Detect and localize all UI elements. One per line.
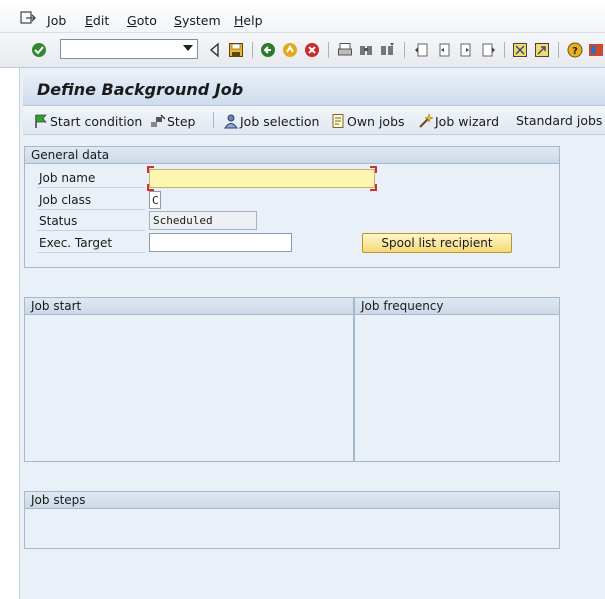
menu-bar: Job Edit Goto System Help	[0, 0, 605, 33]
next-page-icon[interactable]	[458, 42, 474, 58]
menu-goto-label: oto	[136, 13, 157, 28]
find-next-icon[interactable]	[379, 42, 395, 58]
menu-system-label: ystem	[181, 13, 221, 28]
job-name-label: Job name	[39, 171, 96, 185]
previous-page-icon[interactable]	[436, 42, 452, 58]
required-marker	[147, 184, 154, 191]
own-jobs-label: Own jobs	[347, 114, 405, 129]
menu-job-label: ob	[50, 13, 67, 28]
job-start-heading: Job start	[25, 298, 353, 315]
toolbar-separator	[558, 42, 559, 58]
enter-icon[interactable]	[31, 42, 47, 58]
job-name-input[interactable]	[149, 169, 375, 188]
toolbar-separator	[328, 42, 329, 58]
menu-job[interactable]: Job	[47, 13, 66, 28]
toolbar-separator	[504, 42, 505, 58]
job-selection-label: Job selection	[240, 114, 320, 129]
step-button[interactable]: Step	[150, 113, 195, 129]
document-icon	[332, 114, 344, 128]
required-marker	[370, 166, 377, 173]
menu-goto[interactable]: Goto	[127, 13, 157, 28]
job-steps-heading: Job steps	[25, 492, 559, 509]
standard-toolbar: ?	[0, 33, 605, 68]
job-steps-group: Job steps	[24, 491, 560, 549]
menu-exit-icon[interactable]	[20, 11, 36, 25]
label-underline	[37, 230, 145, 231]
spool-list-recipient-button[interactable]: Spool list recipient	[362, 233, 512, 253]
menu-edit[interactable]: Edit	[85, 13, 109, 28]
save-icon[interactable]	[228, 42, 244, 58]
status-label: Status	[39, 214, 78, 228]
label-underline	[37, 209, 145, 210]
job-frequency-group: Job frequency	[354, 297, 560, 462]
svg-text:?: ?	[572, 46, 578, 57]
find-icon[interactable]	[358, 42, 374, 58]
menu-edit-label: dit	[92, 13, 110, 28]
required-marker	[370, 184, 377, 191]
job-class-value: C	[152, 194, 159, 207]
cancel-icon[interactable]	[304, 42, 320, 58]
menu-help[interactable]: Help	[234, 13, 263, 28]
job-wizard-label: Job wizard	[435, 114, 500, 129]
job-selection-button[interactable]: Job selection	[223, 113, 319, 129]
title-bar: Define Background Job	[23, 75, 605, 106]
toolbar-separator	[213, 112, 214, 128]
help-icon[interactable]: ?	[567, 42, 583, 58]
toolbar-separator	[252, 42, 253, 58]
back-green-icon[interactable]	[260, 42, 276, 58]
status-value: Scheduled	[153, 214, 213, 227]
general-data-heading: General data	[25, 147, 559, 164]
standard-jobs-label: Standard jobs	[516, 113, 603, 128]
step-icon	[151, 114, 166, 127]
print-icon[interactable]	[337, 42, 353, 58]
job-wizard-button[interactable]: Job wizard	[418, 113, 499, 129]
start-condition-label: Start condition	[50, 114, 143, 129]
job-class-input[interactable]: C	[149, 191, 161, 209]
required-marker	[147, 166, 154, 173]
flag-icon	[35, 114, 47, 128]
job-class-label: Job class	[39, 193, 92, 207]
create-session-icon[interactable]	[512, 42, 528, 58]
standard-jobs-button[interactable]: Standard jobs	[516, 113, 602, 128]
page-title: Define Background Job	[37, 80, 244, 99]
screen-area: Define Background Job Start condition St…	[19, 68, 605, 599]
own-jobs-button[interactable]: Own jobs	[330, 113, 405, 129]
toolbar-separator	[404, 42, 405, 58]
exec-target-input[interactable]	[149, 233, 292, 252]
menu-help-label: elp	[243, 13, 263, 28]
wizard-icon	[419, 113, 434, 128]
job-frequency-heading: Job frequency	[355, 298, 559, 315]
customize-layout-icon[interactable]	[588, 42, 604, 58]
start-condition-button[interactable]: Start condition	[33, 113, 142, 129]
person-icon	[224, 114, 238, 129]
label-underline	[37, 187, 145, 188]
shortcut-icon[interactable]	[534, 42, 550, 58]
status-field: Scheduled	[149, 211, 257, 230]
chevron-down-icon[interactable]	[183, 45, 193, 52]
first-page-icon[interactable]	[414, 42, 430, 58]
menu-system[interactable]: System	[174, 13, 221, 28]
last-page-icon[interactable]	[480, 42, 496, 58]
exec-target-label: Exec. Target	[39, 236, 113, 250]
exit-icon[interactable]	[282, 42, 298, 58]
job-start-group: Job start	[24, 297, 354, 462]
back-icon[interactable]	[207, 42, 223, 58]
label-underline	[37, 252, 145, 253]
command-field[interactable]	[60, 39, 198, 59]
application-toolbar: Start condition Step Job selection Own j…	[23, 106, 605, 135]
step-label: Step	[167, 114, 196, 129]
